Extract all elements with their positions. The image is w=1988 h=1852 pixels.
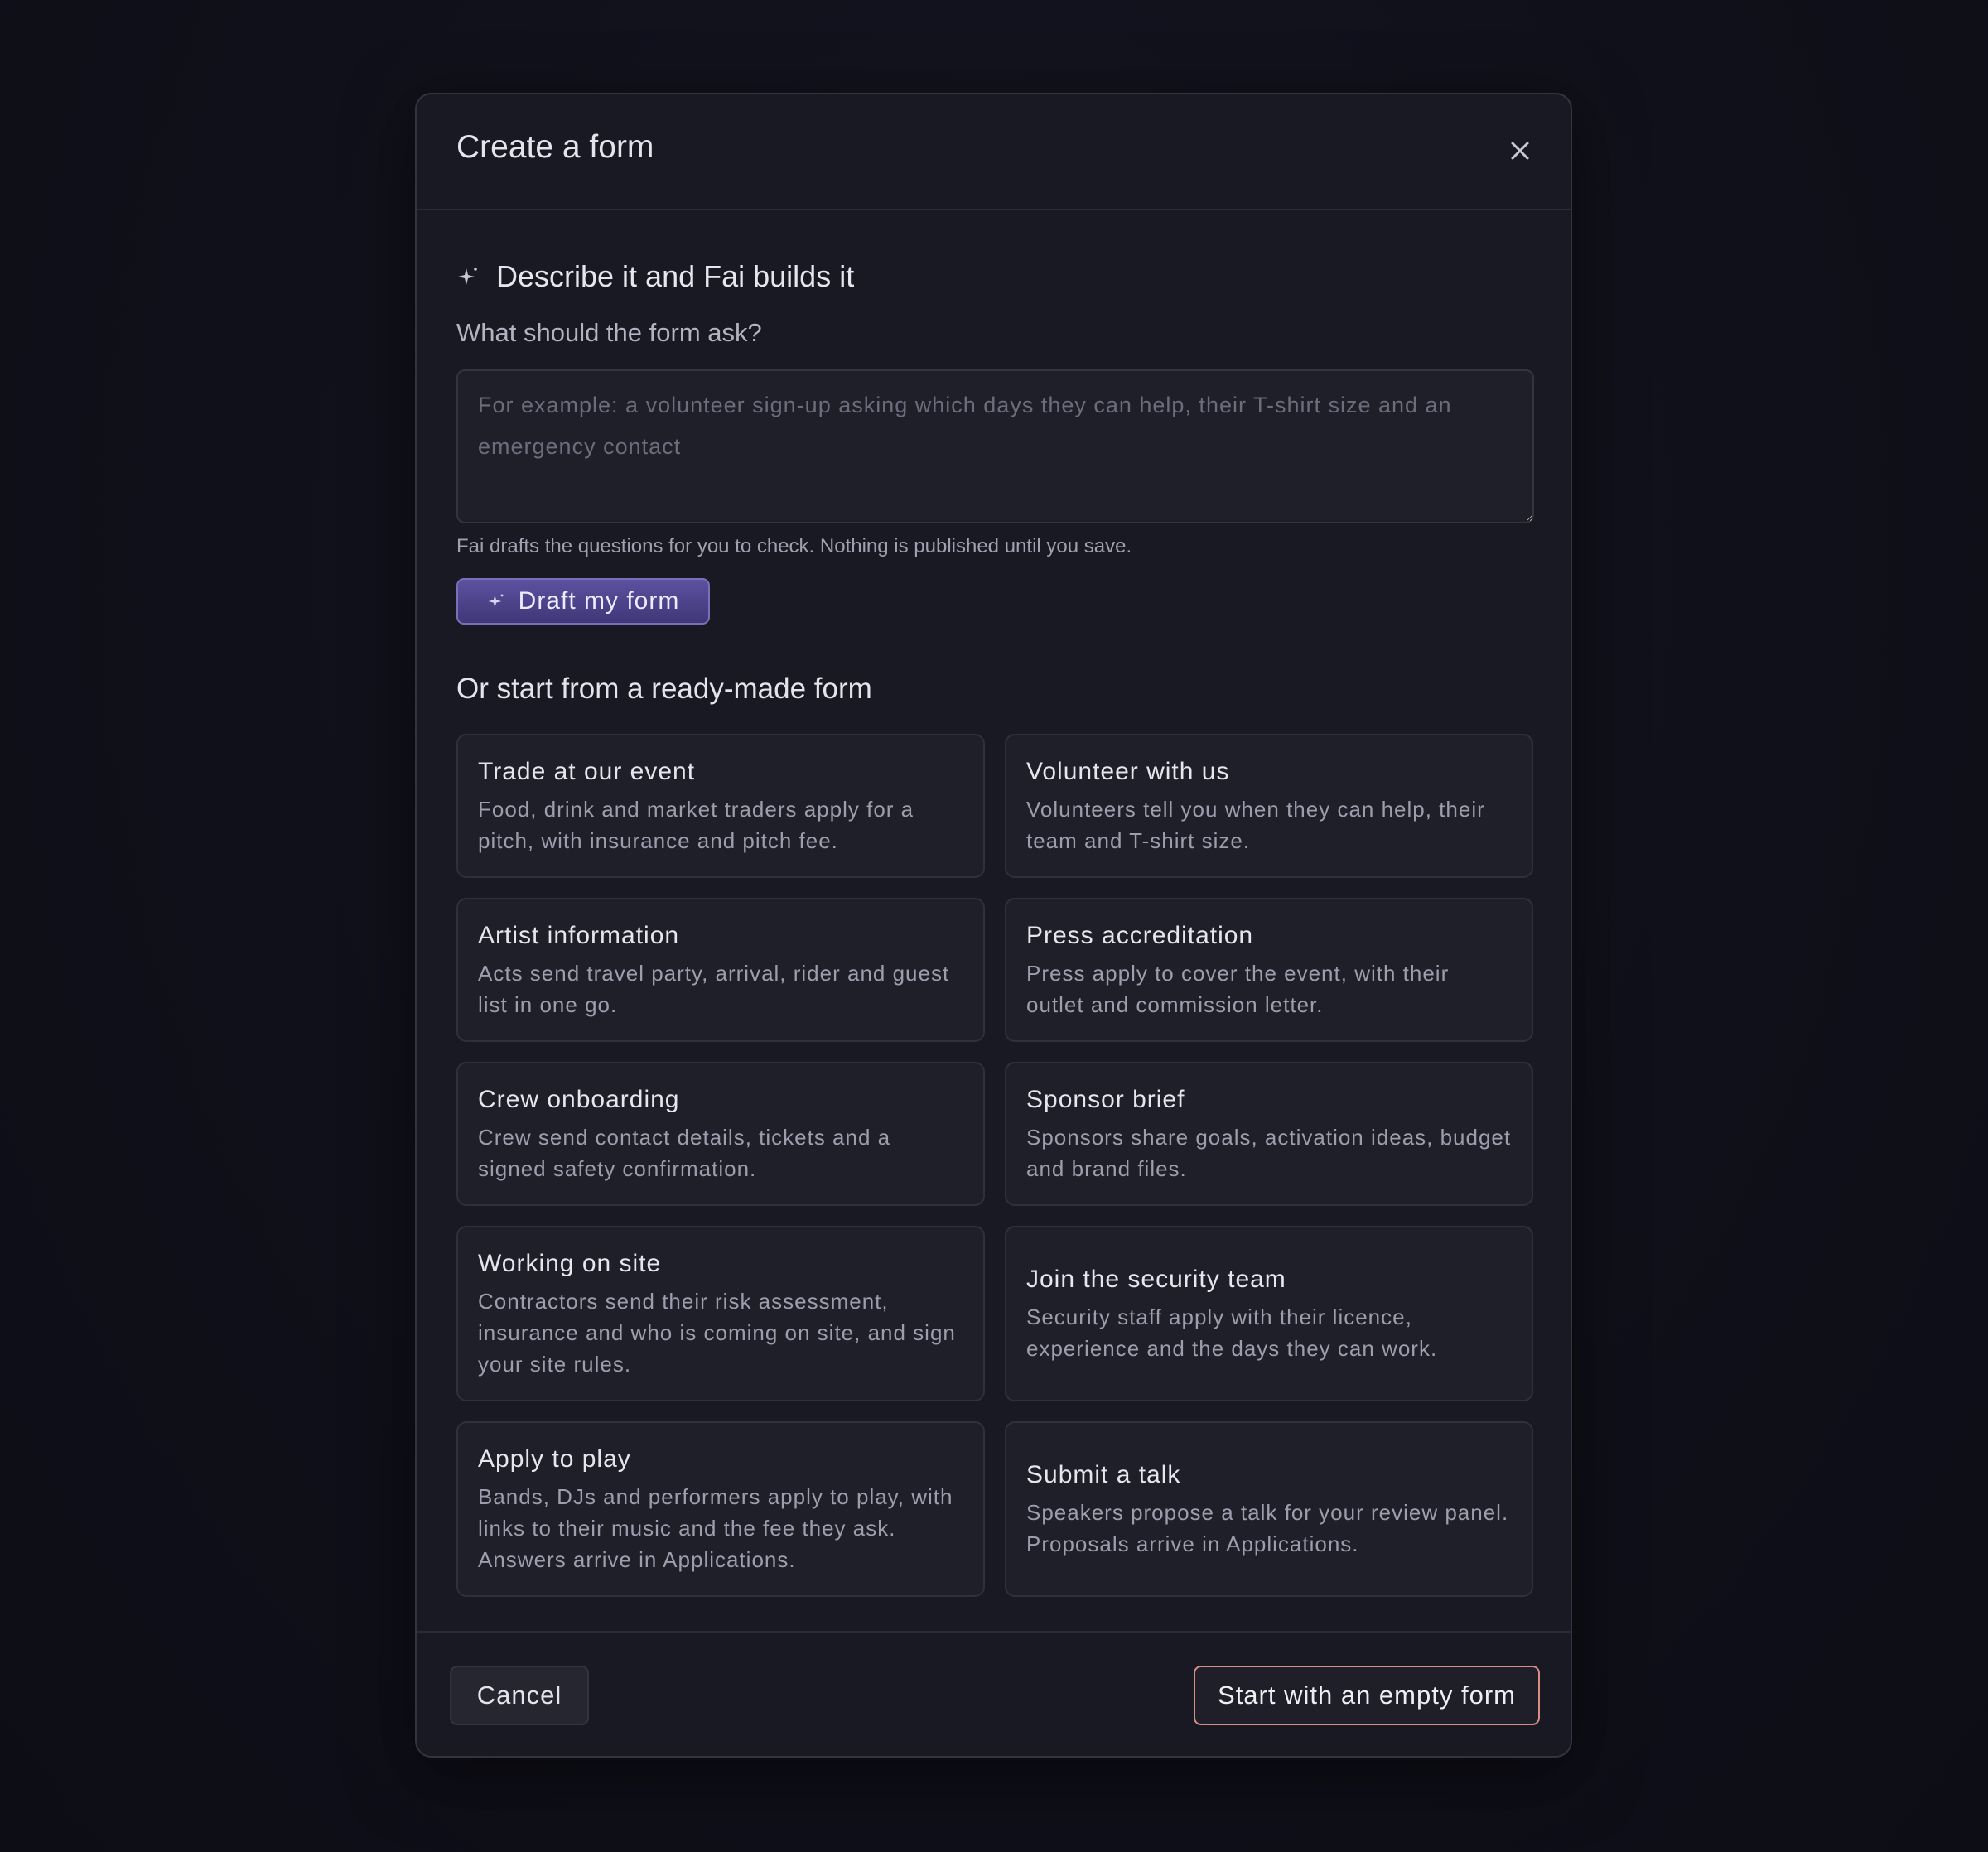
template-title: Crew onboarding (478, 1086, 680, 1113)
template-description: Bands, DJs and performers apply to play,… (478, 1484, 953, 1572)
draft-my-form-label: Draft my form (518, 587, 680, 615)
template-card-working-on-site[interactable]: Working on site Contractors send their r… (456, 1226, 985, 1401)
prompt-helper-text: Fai drafts the questions for you to chec… (456, 535, 1132, 557)
template-title: Press accreditation (1026, 922, 1254, 949)
template-card-apply-to-play[interactable]: Apply to play Bands, DJs and performers … (456, 1421, 985, 1597)
template-title: Apply to play (478, 1445, 631, 1473)
create-form-dialog: Create a form Describe it and Fai builds… (415, 93, 1572, 1758)
template-card-press-accreditation[interactable]: Press accreditation Press apply to cover… (1005, 898, 1533, 1042)
template-description: Volunteers tell you when they can help, … (1026, 797, 1485, 853)
template-card-submit-a-talk[interactable]: Submit a talk Speakers propose a talk fo… (1005, 1421, 1533, 1597)
dialog-title: Create a form (456, 129, 654, 165)
dialog-footer: Cancel Start with an empty form (417, 1631, 1571, 1758)
template-title: Join the security team (1026, 1266, 1286, 1293)
template-description: Food, drink and market traders apply for… (478, 797, 914, 853)
template-card-trade-at-our-event[interactable]: Trade at our event Food, drink and marke… (456, 734, 985, 878)
sparkle-icon (458, 268, 477, 285)
template-description: Security staff apply with their licence,… (1026, 1305, 1438, 1361)
template-description: Sponsors share goals, activation ideas, … (1026, 1125, 1512, 1181)
template-title: Sponsor brief (1026, 1086, 1185, 1113)
template-description: Crew send contact details, tickets and a… (478, 1125, 891, 1181)
draft-my-form-button[interactable]: Draft my form (456, 578, 710, 625)
sparkle-icon (488, 594, 504, 608)
ai-builder-heading: Describe it and Fai builds it (456, 257, 854, 297)
template-card-volunteer-with-us[interactable]: Volunteer with us Volunteers tell you wh… (1005, 734, 1533, 878)
close-button[interactable] (1502, 133, 1538, 169)
prompt-field-label: What should the form ask? (456, 318, 762, 347)
template-card-crew-onboarding[interactable]: Crew onboarding Crew send contact detail… (456, 1062, 985, 1206)
template-description: Speakers propose a talk for your review … (1026, 1500, 1509, 1556)
template-card-join-the-security-team[interactable]: Join the security team Security staff ap… (1005, 1226, 1533, 1401)
template-card-artist-information[interactable]: Artist information Acts send travel part… (456, 898, 985, 1042)
cancel-button[interactable]: Cancel (450, 1666, 589, 1725)
template-title: Volunteer with us (1026, 758, 1230, 785)
templates-heading: Or start from a ready-made form (456, 673, 872, 705)
form-description-input[interactable] (456, 369, 1534, 523)
template-card-sponsor-brief[interactable]: Sponsor brief Sponsors share goals, acti… (1005, 1062, 1533, 1206)
template-title: Trade at our event (478, 758, 696, 785)
close-icon (1511, 142, 1529, 160)
template-description: Press apply to cover the event, with the… (1026, 961, 1450, 1017)
template-title: Artist information (478, 922, 680, 949)
template-title: Submit a talk (1026, 1461, 1181, 1488)
start-empty-form-button[interactable]: Start with an empty form (1194, 1666, 1540, 1725)
template-description: Contractors send their risk assessment, … (478, 1289, 956, 1377)
template-title: Working on site (478, 1250, 662, 1277)
template-description: Acts send travel party, arrival, rider a… (478, 961, 950, 1017)
dialog-header: Create a form (417, 94, 1571, 210)
ai-builder-heading-text: Describe it and Fai builds it (496, 259, 855, 293)
